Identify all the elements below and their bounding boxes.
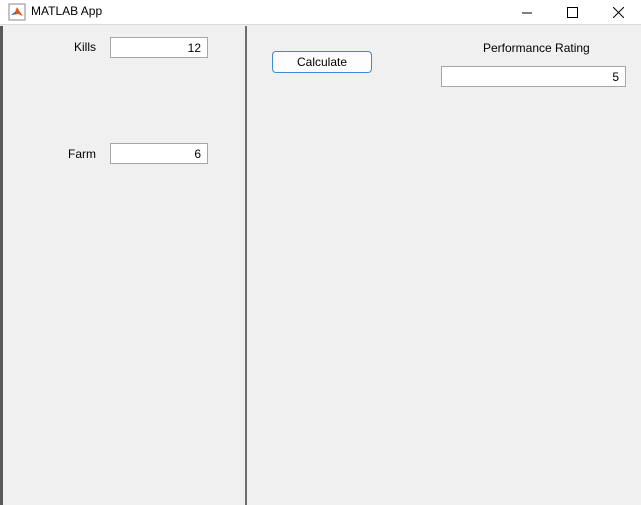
kills-field[interactable]: 12 (110, 37, 208, 58)
kills-label: Kills (74, 40, 97, 54)
maximize-icon (567, 7, 578, 18)
app-content: Kills 12 Farm 6 Calculate Performance Ra… (0, 26, 641, 505)
output-panel: Calculate Performance Rating 5 (247, 26, 641, 505)
close-button[interactable] (596, 0, 641, 25)
performance-rating-label: Performance Rating (483, 41, 590, 55)
calculate-button[interactable]: Calculate (272, 51, 372, 73)
minimize-button[interactable] (504, 0, 549, 25)
matlab-logo-icon (8, 3, 26, 21)
performance-rating-field[interactable]: 5 (441, 66, 626, 87)
farm-field[interactable]: 6 (110, 143, 208, 164)
maximize-button[interactable] (550, 0, 595, 25)
app-window: MATLAB App Kills 12 Farm 6 Calculate Per… (0, 0, 641, 505)
window-title: MATLAB App (31, 4, 103, 18)
input-panel: Kills 12 Farm 6 (3, 26, 245, 505)
farm-label: Farm (68, 147, 96, 161)
close-icon (613, 7, 624, 18)
title-bar: MATLAB App (0, 0, 641, 25)
minimize-icon (521, 8, 532, 18)
